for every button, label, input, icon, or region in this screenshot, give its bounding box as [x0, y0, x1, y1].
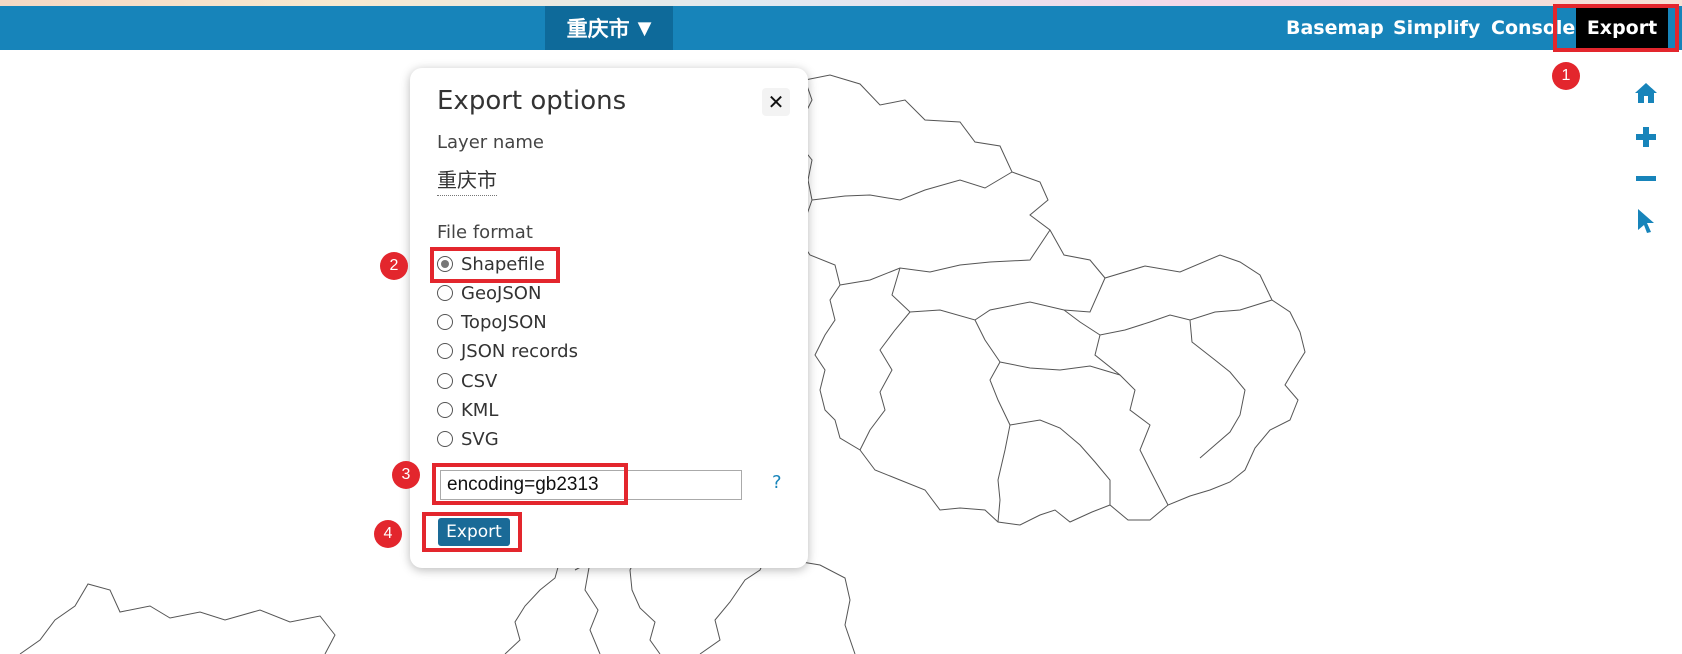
radio-button[interactable] — [437, 402, 453, 418]
zoom-out-icon[interactable] — [1633, 166, 1659, 192]
layer-selector-button[interactable]: 重庆市 ▼ — [545, 6, 673, 50]
annotation-number-2: 2 — [380, 252, 408, 280]
zoom-in-icon[interactable] — [1633, 124, 1659, 150]
annotation-box-export-menu — [1553, 4, 1679, 52]
dialog-title: Export options — [437, 86, 627, 116]
format-option-geojson[interactable]: GeoJSON — [437, 281, 541, 305]
format-label: GeoJSON — [461, 282, 542, 304]
annotation-number-4: 4 — [374, 520, 402, 548]
annotation-box-shapefile — [430, 247, 560, 283]
format-label: TopoJSON — [461, 311, 547, 333]
annotation-number-3: 3 — [392, 461, 420, 489]
annotation-box-encoding — [432, 463, 628, 505]
format-option-topojson[interactable]: TopoJSON — [437, 310, 547, 334]
format-label: SVG — [461, 428, 499, 450]
format-option-kml[interactable]: KML — [437, 398, 498, 422]
close-icon[interactable]: ✕ — [762, 88, 790, 116]
home-icon[interactable] — [1633, 80, 1659, 106]
close-symbol: ✕ — [767, 90, 785, 114]
radio-button[interactable] — [437, 314, 453, 330]
top-header: 重庆市 ▼ Basemap Simplify Console Export — [0, 6, 1682, 50]
layer-name-label: Layer name — [437, 132, 544, 153]
help-icon[interactable]: ? — [772, 472, 782, 493]
format-label: JSON records — [461, 340, 578, 362]
annotation-number-1: 1 — [1552, 62, 1580, 90]
map-canvas[interactable] — [0, 50, 1682, 654]
annotation-box-export-button — [422, 512, 522, 552]
radio-button[interactable] — [437, 373, 453, 389]
caret-down-icon: ▼ — [637, 17, 652, 39]
file-format-label: File format — [437, 222, 533, 243]
layer-name-field[interactable]: 重庆市 — [437, 164, 497, 196]
radio-button[interactable] — [437, 431, 453, 447]
format-option-json-records[interactable]: JSON records — [437, 339, 578, 363]
basemap-button[interactable]: Basemap — [1286, 6, 1384, 50]
layer-selector-label: 重庆市 — [566, 17, 630, 41]
format-option-svg[interactable]: SVG — [437, 427, 499, 451]
simplify-button[interactable]: Simplify — [1393, 6, 1480, 50]
format-label: KML — [461, 399, 499, 421]
radio-button[interactable] — [437, 285, 453, 301]
select-pointer-icon[interactable] — [1633, 208, 1659, 234]
format-label: CSV — [461, 370, 498, 392]
format-option-csv[interactable]: CSV — [437, 369, 497, 393]
radio-button[interactable] — [437, 343, 453, 359]
mapshaper-page: 重庆市 ▼ Basemap Simplify Console Export Ex… — [0, 0, 1682, 654]
